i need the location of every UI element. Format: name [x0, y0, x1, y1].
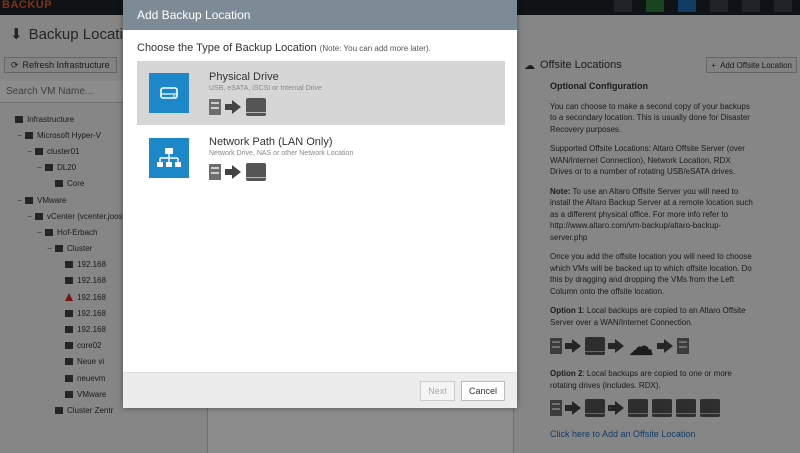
- arrow-icon: [225, 100, 241, 114]
- next-button[interactable]: Next: [420, 381, 455, 401]
- dialog-title: Add Backup Location: [123, 0, 517, 30]
- drive-icon: [246, 98, 266, 116]
- dialog-footer: Next Cancel: [123, 372, 517, 408]
- add-backup-location-dialog: Add Backup Location Choose the Type of B…: [123, 0, 517, 408]
- drive-icon: [246, 163, 266, 181]
- option-title: Physical Drive: [209, 71, 279, 83]
- server-icon: [209, 99, 221, 115]
- option-physical-drive[interactable]: Physical Drive USB, eSATA, iSCSI or Inte…: [137, 61, 505, 125]
- option-diagram: [209, 98, 322, 116]
- dialog-subtitle: Choose the Type of Backup Location (Note…: [137, 42, 431, 54]
- option-title: Network Path (LAN Only): [209, 136, 333, 148]
- option-description: USB, eSATA, iSCSI or Internal Drive: [209, 85, 322, 92]
- cancel-button[interactable]: Cancel: [461, 381, 505, 401]
- option-description: Network Drive, NAS or other Network Loca…: [209, 150, 354, 157]
- option-network-path[interactable]: Network Path (LAN Only) Network Drive, N…: [137, 126, 505, 190]
- server-icon: [209, 164, 221, 180]
- hard-drive-icon: [149, 73, 189, 113]
- option-diagram: [209, 163, 353, 181]
- arrow-icon: [225, 165, 241, 179]
- network-tree-icon: [149, 138, 189, 178]
